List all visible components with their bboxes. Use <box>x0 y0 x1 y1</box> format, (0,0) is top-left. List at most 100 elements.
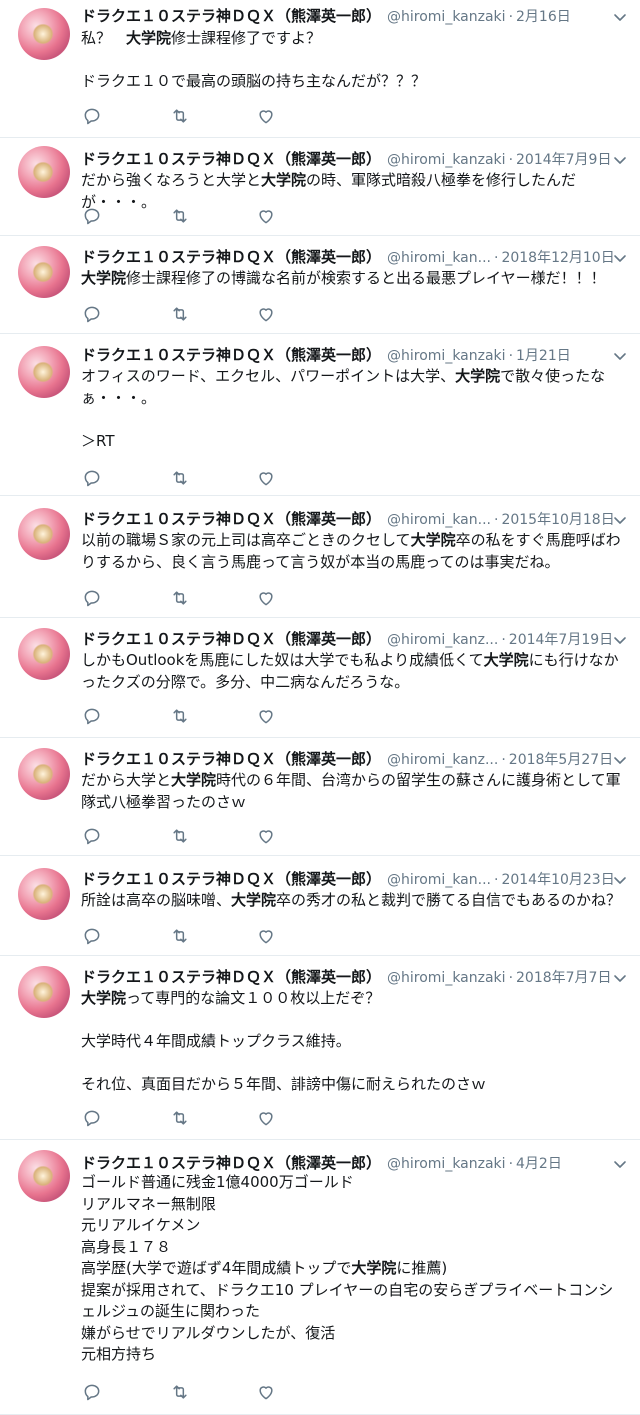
user-handle[interactable]: @hiromi_kanzaki <box>387 348 506 364</box>
tweet[interactable]: ドラクエ１０ステラ神ＤＱＸ（熊澤英一郎） @hiromi_kanzaki · 2月16… <box>0 0 640 138</box>
tweet-date[interactable]: 2014年7月9日 <box>516 152 611 168</box>
profile-avatar-icon[interactable] <box>18 246 70 298</box>
retweet-icon[interactable] <box>170 106 190 126</box>
retweet-icon[interactable] <box>170 304 190 324</box>
user-display-name[interactable]: ドラクエ１０ステラ神ＤＱＸ（熊澤英一郎） <box>81 750 381 768</box>
user-handle[interactable]: @hiromi_kanzaki <box>387 970 506 986</box>
user-display-name[interactable]: ドラクエ１０ステラ神ＤＱＸ（熊澤英一郎） <box>81 150 381 168</box>
tweet[interactable]: ドラクエ１０ステラ神ＤＱＸ（熊澤英一郎） @hiromi_kanzaki · 4月2日… <box>0 1140 640 1415</box>
retweet-icon[interactable] <box>170 1108 190 1128</box>
profile-avatar-icon[interactable] <box>18 346 70 398</box>
user-display-name[interactable]: ドラクエ１０ステラ神ＤＱＸ（熊澤英一郎） <box>81 7 381 25</box>
highlighted-term: 大学院 <box>81 269 127 287</box>
user-handle[interactable]: @hiromi_kanz... <box>387 752 498 768</box>
user-display-name[interactable]: ドラクエ１０ステラ神ＤＱＸ（熊澤英一郎） <box>81 870 381 888</box>
heart-icon[interactable] <box>256 826 276 846</box>
user-display-name[interactable]: ドラクエ１０ステラ神ＤＱＸ（熊澤英一郎） <box>81 346 381 364</box>
retweet-icon[interactable] <box>170 588 190 608</box>
profile-avatar-icon[interactable] <box>18 1150 70 1202</box>
tweet-date[interactable]: 2018年7月7日 <box>516 970 611 986</box>
chevron-down-icon[interactable] <box>612 970 628 986</box>
reply-icon[interactable] <box>82 106 102 126</box>
retweet-icon[interactable] <box>170 468 190 488</box>
tweet-date[interactable]: 2014年7月19日 <box>509 632 613 648</box>
reply-icon[interactable] <box>82 926 102 946</box>
user-display-name[interactable]: ドラクエ１０ステラ神ＤＱＸ（熊澤英一郎） <box>81 630 381 648</box>
profile-avatar-icon[interactable] <box>18 146 70 198</box>
reply-icon[interactable] <box>82 1382 102 1402</box>
retweet-icon[interactable] <box>170 826 190 846</box>
chevron-down-icon[interactable] <box>612 9 628 25</box>
separator-dot: · <box>501 752 506 768</box>
tweet[interactable]: ドラクエ１０ステラ神ＤＱＸ（熊澤英一郎） @hiromi_kan... · 2018年… <box>0 236 640 334</box>
separator-dot: · <box>508 9 514 25</box>
reply-icon[interactable] <box>82 304 102 324</box>
chevron-down-icon[interactable] <box>612 872 628 888</box>
profile-avatar-icon[interactable] <box>18 8 70 60</box>
tweet[interactable]: ドラクエ１０ステラ神ＤＱＸ（熊澤英一郎） @hiromi_kan... · 2015年… <box>0 496 640 618</box>
reply-icon[interactable] <box>82 706 102 726</box>
retweet-icon[interactable] <box>170 706 190 726</box>
user-handle[interactable]: @hiromi_kanz... <box>387 632 498 648</box>
tweet[interactable]: ドラクエ１０ステラ神ＤＱＸ（熊澤英一郎） @hiromi_kanzaki · 2018… <box>0 956 640 1140</box>
tweet[interactable]: ドラクエ１０ステラ神ＤＱＸ（熊澤英一郎） @hiromi_kanz... · 2018… <box>0 738 640 856</box>
tweet[interactable]: ドラクエ１０ステラ神ＤＱＸ（熊澤英一郎） @hiromi_kanzaki · 2014… <box>0 138 640 236</box>
chevron-down-icon[interactable] <box>612 1156 628 1172</box>
tweet[interactable]: ドラクエ１０ステラ神ＤＱＸ（熊澤英一郎） @hiromi_kanz... · 2014… <box>0 618 640 738</box>
user-handle[interactable]: @hiromi_kan... <box>387 250 491 266</box>
heart-icon[interactable] <box>256 304 276 324</box>
heart-icon[interactable] <box>256 706 276 726</box>
retweet-icon[interactable] <box>170 206 190 226</box>
heart-icon[interactable] <box>256 588 276 608</box>
reply-icon[interactable] <box>82 1108 102 1128</box>
heart-icon[interactable] <box>256 926 276 946</box>
highlighted-term: 大学院 <box>261 171 307 189</box>
user-display-name[interactable]: ドラクエ１０ステラ神ＤＱＸ（熊澤英一郎） <box>81 968 381 986</box>
heart-icon[interactable] <box>256 468 276 488</box>
tweet-date[interactable]: 2月16日 <box>516 9 571 25</box>
reply-icon[interactable] <box>82 468 102 488</box>
heart-icon[interactable] <box>256 106 276 126</box>
profile-avatar-icon[interactable] <box>18 508 70 560</box>
profile-avatar-icon[interactable] <box>18 966 70 1018</box>
profile-avatar-icon[interactable] <box>18 628 70 680</box>
user-handle[interactable]: @hiromi_kan... <box>387 872 491 888</box>
tweet-date[interactable]: 1月21日 <box>516 348 571 364</box>
user-display-name[interactable]: ドラクエ１０ステラ神ＤＱＸ（熊澤英一郎） <box>81 248 381 266</box>
user-display-name[interactable]: ドラクエ１０ステラ神ＤＱＸ（熊澤英一郎） <box>81 510 381 528</box>
highlighted-term: 大学院 <box>81 989 127 1007</box>
chevron-down-icon[interactable] <box>612 752 628 768</box>
text-segment: 私？ <box>81 29 127 47</box>
tweet-date[interactable]: 2018年5月27日 <box>509 752 613 768</box>
reply-icon[interactable] <box>82 206 102 226</box>
user-handle[interactable]: @hiromi_kan... <box>387 512 491 528</box>
reply-icon[interactable] <box>82 826 102 846</box>
text-segment: 修士課程修了の博識な名前が検索すると出る最悪プレイヤー様だ！！！ <box>126 269 606 287</box>
tweet-date[interactable]: 2018年12月10日 <box>501 250 614 266</box>
retweet-icon[interactable] <box>170 1382 190 1402</box>
profile-avatar-icon[interactable] <box>18 868 70 920</box>
tweet[interactable]: ドラクエ１０ステラ神ＤＱＸ（熊澤英一郎） @hiromi_kanzaki · 1月21… <box>0 334 640 496</box>
chevron-down-icon[interactable] <box>612 632 628 648</box>
heart-icon[interactable] <box>256 1108 276 1128</box>
heart-icon[interactable] <box>256 206 276 226</box>
chevron-down-icon[interactable] <box>612 250 628 266</box>
highlighted-term: 大学院 <box>455 367 501 385</box>
tweet[interactable]: ドラクエ１０ステラ神ＤＱＸ（熊澤英一郎） @hiromi_kan... · 2014年… <box>0 856 640 956</box>
user-handle[interactable]: @hiromi_kanzaki <box>387 1156 506 1172</box>
profile-avatar-icon[interactable] <box>18 748 70 800</box>
heart-icon[interactable] <box>256 1382 276 1402</box>
user-handle[interactable]: @hiromi_kanzaki <box>387 9 506 25</box>
chevron-down-icon[interactable] <box>612 152 628 168</box>
tweet-date[interactable]: 2015年10月18日 <box>501 512 614 528</box>
chevron-down-icon[interactable] <box>612 512 628 528</box>
chevron-down-icon[interactable] <box>612 348 628 364</box>
tweet-date[interactable]: 4月2日 <box>516 1156 562 1172</box>
user-handle[interactable]: @hiromi_kanzaki <box>387 152 506 168</box>
retweet-icon[interactable] <box>170 926 190 946</box>
tweet-date[interactable]: 2014年10月23日 <box>501 872 614 888</box>
tweet-text: だから大学と大学院時代の６年間、台湾からの留学生の蘇さんに護身術として軍隊式八極… <box>81 770 628 813</box>
user-display-name[interactable]: ドラクエ１０ステラ神ＤＱＸ（熊澤英一郎） <box>81 1154 381 1172</box>
reply-icon[interactable] <box>82 588 102 608</box>
tweet-text: 大学院って専門的な論文１００枚以上だぞ？ 大学時代４年間成績トップクラス維持。 … <box>81 988 628 1096</box>
